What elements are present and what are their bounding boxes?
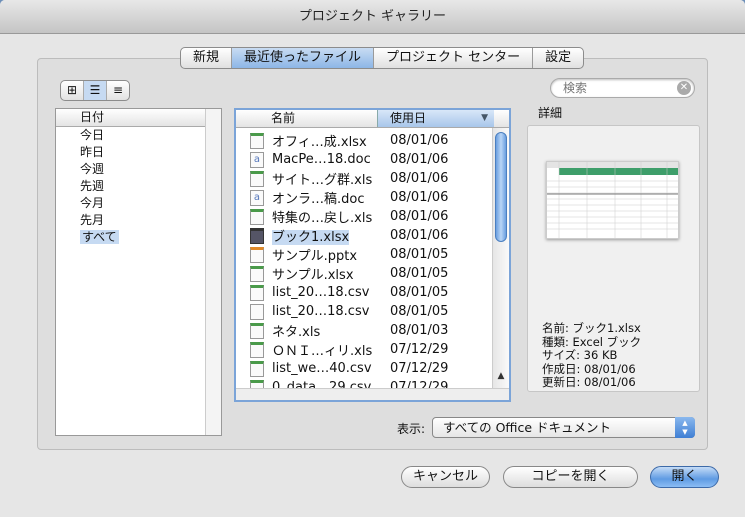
- tab-bar: 新規 最近使ったファイル プロジェクト センター 設定: [180, 47, 585, 69]
- horizontal-scrollbar[interactable]: [236, 388, 509, 400]
- file-date-used: 08/01/06: [390, 190, 449, 205]
- excel-file-icon: [250, 360, 264, 377]
- file-row[interactable]: サイト…グ群.xls 08/01/06: [236, 169, 494, 188]
- excel-file-icon: [250, 170, 264, 187]
- search-field: ✕: [550, 78, 695, 98]
- date-filter-item[interactable]: 今週: [56, 161, 221, 178]
- select-stepper-icon: ▲ ▼: [675, 417, 695, 438]
- date-filter-item[interactable]: 先月: [56, 212, 221, 229]
- date-filter-item[interactable]: すべて: [56, 229, 221, 246]
- file-name: サンプル.pptx: [272, 249, 358, 264]
- tab-recent-files[interactable]: 最近使ったファイル: [232, 48, 375, 68]
- view-mode-buttons: ⊞ ☰ ≡: [60, 80, 130, 101]
- file-name: list_20…18.csv: [272, 304, 370, 319]
- excel-file-icon: [250, 132, 264, 149]
- file-date-used: 08/01/05: [390, 304, 449, 319]
- scrollbar-thumb[interactable]: [495, 132, 507, 242]
- file-date-used: 08/01/05: [390, 266, 449, 281]
- powerpoint-file-icon: [250, 246, 264, 263]
- detail-modified: 更新日: 08/01/06: [542, 375, 636, 389]
- file-row[interactable]: list_we…40.csv 07/12/29: [236, 359, 494, 378]
- file-name: list_we…40.csv: [272, 361, 372, 376]
- file-name: MacPe…18.doc: [272, 152, 371, 167]
- open-copy-button[interactable]: コピーを開く: [503, 466, 638, 488]
- excel-file-icon: [250, 322, 264, 339]
- file-date-used: 08/01/05: [390, 247, 449, 262]
- tab-new[interactable]: 新規: [181, 48, 233, 68]
- file-date-used: 07/12/29: [390, 342, 449, 357]
- excel-file-icon: [250, 265, 264, 282]
- file-name: ＯＮＩ…ィリ.xls: [272, 344, 373, 359]
- sort-descending-icon: ▼: [481, 113, 488, 123]
- file-name: オンラ…稿.doc: [272, 192, 365, 207]
- details-label: 詳細: [538, 106, 563, 120]
- detail-size: サイズ: 36 KB: [542, 348, 618, 362]
- file-list-scrollbar[interactable]: ▲ ▼: [492, 128, 509, 400]
- document-type-select[interactable]: すべての Office ドキュメント ▲ ▼: [432, 417, 695, 438]
- show-label: 表示:: [397, 422, 426, 436]
- recent-files-list: 名前 使用日 ▼ オフィ…成.xlsx 08/01/06 a MacPe…18.doc 0…: [234, 108, 511, 402]
- search-input[interactable]: [563, 81, 673, 95]
- scroll-up-arrow[interactable]: ▲: [493, 368, 509, 384]
- excel-file-icon: [250, 208, 264, 225]
- file-name: 特集の…戻し.xls: [272, 211, 373, 226]
- excel-file-icon: [250, 227, 264, 244]
- file-row[interactable]: a MacPe…18.doc 08/01/06: [236, 150, 494, 169]
- details-pane: 名前: ブック1.xlsx 種類: Excel ブック サイズ: 36 KB 作…: [527, 125, 700, 392]
- file-row[interactable]: list_20…18.csv 08/01/05: [236, 302, 494, 321]
- file-date-used: 08/01/05: [390, 285, 449, 300]
- file-row[interactable]: サンプル.pptx 08/01/05: [236, 245, 494, 264]
- list-view-icon[interactable]: ☰: [84, 81, 107, 100]
- file-row[interactable]: list_20…18.csv 08/01/05: [236, 283, 494, 302]
- date-column-header[interactable]: 日付: [56, 109, 221, 127]
- file-name: ブック1.xlsx: [272, 230, 350, 245]
- file-row[interactable]: 特集の…戻し.xls 08/01/06: [236, 207, 494, 226]
- cancel-button[interactable]: キャンセル: [401, 466, 490, 488]
- file-name: サイト…グ群.xls: [272, 173, 373, 188]
- file-row[interactable]: ＯＮＩ…ィリ.xls 07/12/29: [236, 340, 494, 359]
- file-date-used: 08/01/06: [390, 228, 449, 243]
- date-used-column-header[interactable]: 使用日 ▼: [377, 110, 494, 127]
- file-date-used: 08/01/06: [390, 152, 449, 167]
- name-column-header[interactable]: 名前: [236, 110, 377, 127]
- file-row[interactable]: a オンラ…稿.doc 08/01/06: [236, 188, 494, 207]
- open-button[interactable]: 開く: [650, 466, 719, 488]
- file-date-used: 08/01/06: [390, 209, 449, 224]
- detail-name: 名前: ブック1.xlsx: [542, 321, 641, 335]
- tab-settings[interactable]: 設定: [533, 48, 583, 68]
- file-row[interactable]: サンプル.xlsx 08/01/05: [236, 264, 494, 283]
- file-name: サンプル.xlsx: [272, 268, 354, 283]
- excel-file-icon: [250, 341, 264, 358]
- detail-kind: 種類: Excel ブック: [542, 334, 642, 349]
- date-list-scrollbar[interactable]: [205, 109, 221, 435]
- file-date-used: 08/01/06: [390, 133, 449, 148]
- file-name: list_20…18.csv: [272, 285, 370, 300]
- file-row[interactable]: オフィ…成.xlsx 08/01/06: [236, 131, 494, 150]
- date-filter-item[interactable]: 今日: [56, 127, 221, 144]
- file-date-used: 07/12/29: [390, 361, 449, 376]
- date-filter-item[interactable]: 先週: [56, 178, 221, 195]
- detail-created: 作成日: 08/01/06: [542, 361, 636, 376]
- detail-list-view-icon[interactable]: ≡: [107, 81, 129, 100]
- date-filter-list: 日付 今日 昨日 今週 先週 今月 先月 すべて: [55, 108, 222, 436]
- clear-search-icon[interactable]: ✕: [677, 81, 691, 95]
- file-preview-thumbnail: [546, 161, 679, 239]
- date-filter-item[interactable]: 今月: [56, 195, 221, 212]
- file-row[interactable]: ブック1.xlsx 08/01/06: [236, 226, 494, 245]
- window-title: プロジェクト ギャラリー: [0, 0, 745, 34]
- file-row[interactable]: ネタ.xls 08/01/03: [236, 321, 494, 340]
- date-filter-item[interactable]: 昨日: [56, 144, 221, 161]
- document-file-icon: [250, 303, 264, 320]
- icon-view-icon[interactable]: ⊞: [61, 81, 84, 100]
- word-file-icon: a: [250, 189, 264, 206]
- file-name: オフィ…成.xlsx: [272, 135, 367, 150]
- file-name: ネタ.xls: [272, 325, 321, 340]
- file-date-used: 08/01/06: [390, 171, 449, 186]
- tab-project-center[interactable]: プロジェクト センター: [374, 48, 534, 68]
- project-gallery-window: プロジェクト ギャラリー 新規 最近使ったファイル プロジェクト センター 設定…: [0, 0, 745, 517]
- file-date-used: 08/01/03: [390, 323, 449, 338]
- excel-file-icon: [250, 284, 264, 301]
- word-file-icon: a: [250, 151, 264, 168]
